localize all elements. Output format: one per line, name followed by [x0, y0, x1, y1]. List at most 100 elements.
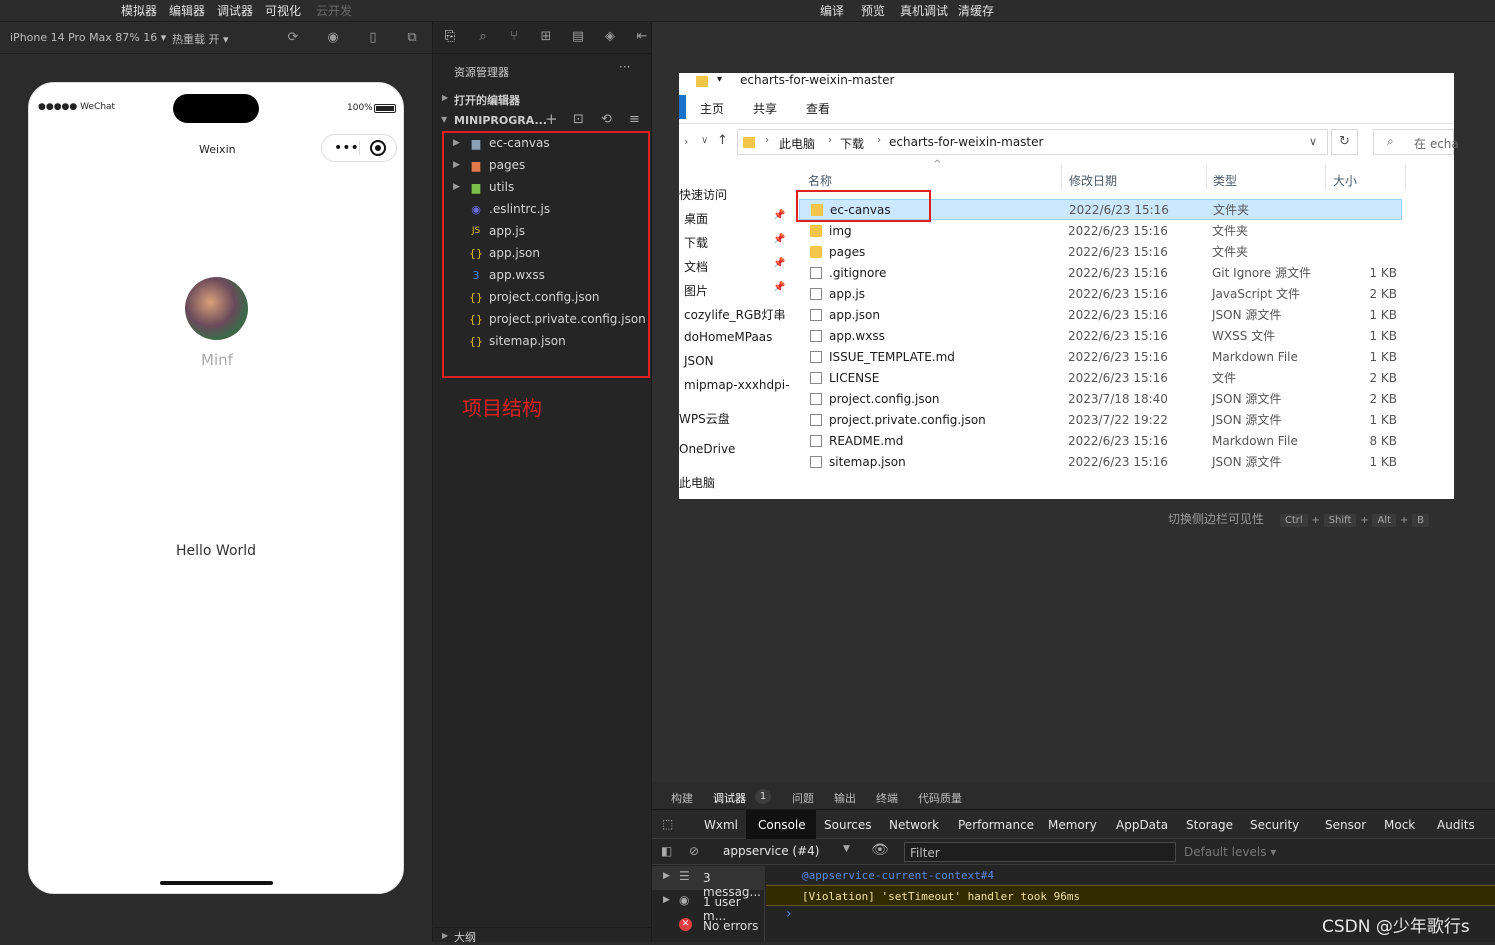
ribbon-home-tab[interactable]: 主页 [700, 100, 724, 117]
file-row[interactable]: app.js 2022/6/23 15:16 JavaScript 文件 2 KB [799, 283, 1402, 304]
refresh-icon[interactable]: ↻ [1331, 129, 1358, 155]
column-name[interactable]: 名称 [808, 172, 832, 189]
context-select[interactable]: appservice (#4) [723, 844, 819, 858]
address-dropdown-icon[interactable]: ∨ [1309, 135, 1317, 148]
storage-icon[interactable]: ▤ [570, 29, 586, 45]
tab-code-quality[interactable]: 代码质量 [918, 790, 962, 806]
breadcrumb-folder[interactable]: echarts-for-weixin-master [889, 135, 1043, 149]
tab-sensor[interactable]: Sensor [1325, 818, 1366, 832]
close-miniprogram-icon[interactable] [370, 140, 386, 156]
tab-storage[interactable]: Storage [1186, 818, 1233, 832]
new-file-icon[interactable]: + [545, 110, 558, 128]
sidebar-toggle-icon[interactable]: ◧ [661, 844, 672, 858]
sidebar-errors[interactable]: ✕ No errors [652, 914, 765, 938]
tab-audits[interactable]: Audits [1437, 818, 1475, 832]
split-icon[interactable]: ⇤ [634, 29, 650, 45]
real-device-debug-button[interactable]: 真机调试 [900, 2, 948, 19]
files-icon[interactable]: ⎘ [442, 29, 458, 45]
breadcrumb-downloads[interactable]: 下载 [840, 135, 864, 152]
tab-mock[interactable]: Mock [1384, 818, 1415, 832]
menu-editor[interactable]: 编辑器 [169, 2, 205, 19]
file-row[interactable]: sitemap.json 2022/6/23 15:16 JSON 源文件 1 KB [799, 451, 1402, 472]
menu-visual[interactable]: 可视化 [265, 2, 301, 19]
console-prompt[interactable]: › [786, 906, 792, 922]
clear-console-icon[interactable]: ⊘ [689, 844, 699, 858]
new-folder-icon[interactable]: ⊡ [573, 112, 584, 127]
column-date[interactable]: 修改日期 [1069, 172, 1117, 189]
search-box[interactable]: ⌕ 在 echa [1373, 129, 1459, 155]
nav-documents[interactable]: 文档 [684, 258, 708, 275]
nav-dohome[interactable]: doHomeMPaas [684, 330, 772, 344]
nav-quick-access[interactable]: 快速访问 [679, 186, 727, 203]
file-row[interactable]: .gitignore 2022/6/23 15:16 Git Ignore 源文件 1… [799, 262, 1402, 283]
tab-performance[interactable]: Performance [958, 818, 1034, 832]
ribbon-share-tab[interactable]: 共享 [753, 100, 777, 117]
open-editors-header[interactable]: 打开的编辑器 [454, 92, 520, 108]
file-tab-marker[interactable] [679, 95, 686, 119]
phone-icon[interactable]: ▯ [365, 30, 381, 46]
file-row[interactable]: project.config.json 2023/7/18 18:40 JSON 源… [799, 388, 1402, 409]
nav-this-pc[interactable]: 此电脑 [679, 474, 715, 491]
address-bar[interactable]: › 此电脑 › 下载 › echarts-for-weixin-master ∨ [737, 129, 1328, 155]
file-row[interactable]: img 2022/6/23 15:16 文件夹 [799, 220, 1402, 241]
recent-dropdown-icon[interactable]: ∨ [701, 135, 708, 146]
nav-wps-cloud[interactable]: WPS云盘 [679, 410, 730, 427]
tab-memory[interactable]: Memory [1048, 818, 1097, 832]
refresh-explorer-icon[interactable]: ⟲ [601, 112, 612, 127]
eye-icon[interactable]: 👁 [871, 842, 889, 858]
log-context-text[interactable]: @appservice-current-context#4 [802, 869, 994, 882]
nav-json[interactable]: JSON [684, 354, 714, 368]
search-icon[interactable]: ⌕ [475, 29, 491, 45]
menu-simulator[interactable]: 模拟器 [121, 2, 157, 19]
context-dropdown-icon[interactable]: ▼ [843, 844, 850, 854]
collapse-all-icon[interactable]: ≡ [629, 112, 640, 127]
up-arrow-icon[interactable]: ↑ [717, 133, 728, 148]
nav-mipmap[interactable]: mipmap-xxxhdpi- [684, 378, 789, 392]
tab-sources[interactable]: Sources [824, 818, 871, 832]
outline-section[interactable]: ▶ 大纲 [433, 927, 653, 944]
nav-downloads[interactable]: 下载 [684, 234, 708, 251]
hot-reload-toggle[interactable]: 热重载 开 ▾ [172, 31, 229, 47]
file-row[interactable]: LICENSE 2022/6/23 15:16 文件 2 KB [799, 367, 1402, 388]
refresh-icon[interactable]: ⟳ [285, 30, 301, 46]
docker-icon[interactable]: ◈ [602, 29, 618, 45]
open-editors-chevron-icon[interactable]: ▶ [442, 93, 448, 102]
file-row[interactable]: app.wxss 2022/6/23 15:16 WXSS 文件 1 KB [799, 325, 1402, 346]
record-icon[interactable]: ◉ [325, 30, 341, 46]
column-size[interactable]: 大小 [1333, 172, 1357, 189]
breadcrumb-this-pc[interactable]: 此电脑 [779, 135, 815, 152]
filter-input[interactable]: Filter [904, 842, 1176, 862]
log-levels-select[interactable]: Default levels ▾ [1184, 845, 1276, 859]
more-icon[interactable]: ••• [334, 135, 359, 161]
menu-cloud[interactable]: 云开发 [316, 2, 352, 19]
project-header[interactable]: MINIPROGRA... [454, 114, 547, 127]
file-row[interactable]: ISSUE_TEMPLATE.md 2022/6/23 15:16 Markdown… [799, 346, 1402, 367]
file-row[interactable]: app.json 2022/6/23 15:16 JSON 源文件 1 KB [799, 304, 1402, 325]
tab-problems[interactable]: 问题 [792, 790, 814, 806]
tab-security[interactable]: Security [1250, 818, 1299, 832]
source-control-icon[interactable]: ⑂ [506, 29, 522, 45]
explorer-more-icon[interactable]: ··· [619, 60, 630, 74]
detach-icon[interactable]: ⧉ [404, 30, 420, 46]
tab-console[interactable]: Console [758, 818, 806, 832]
sidebar-user-messages[interactable]: ▶ ◉ 1 user m... [652, 890, 765, 923]
tab-appdata[interactable]: AppData [1116, 818, 1168, 832]
tab-debugger[interactable]: 调试器 [713, 790, 746, 806]
file-row[interactable]: pages 2022/6/23 15:16 文件夹 [799, 241, 1402, 262]
tab-terminal[interactable]: 终端 [876, 790, 898, 806]
sidebar-messages[interactable]: ▶ ☰ 3 messag... [652, 866, 765, 899]
capsule-menu[interactable]: ••• [321, 134, 397, 162]
device-select[interactable]: iPhone 14 Pro Max 87% 16 ▾ [10, 31, 166, 44]
nav-cozylife[interactable]: cozylife_RGB灯串 [684, 306, 786, 323]
tab-output[interactable]: 输出 [834, 790, 856, 806]
column-type[interactable]: 类型 [1213, 172, 1237, 189]
menu-debugger[interactable]: 调试器 [217, 2, 253, 19]
file-row[interactable]: README.md 2022/6/23 15:16 Markdown File 8 K… [799, 430, 1402, 451]
extensions-icon[interactable]: ⊞ [538, 29, 554, 45]
title-dropdown-icon[interactable]: ▾ [717, 74, 722, 85]
inspect-icon[interactable]: ⬚ [662, 817, 673, 831]
nav-pictures[interactable]: 图片 [684, 282, 708, 299]
tab-build[interactable]: 构建 [671, 790, 693, 806]
user-avatar[interactable] [185, 277, 248, 340]
tab-network[interactable]: Network [889, 818, 939, 832]
